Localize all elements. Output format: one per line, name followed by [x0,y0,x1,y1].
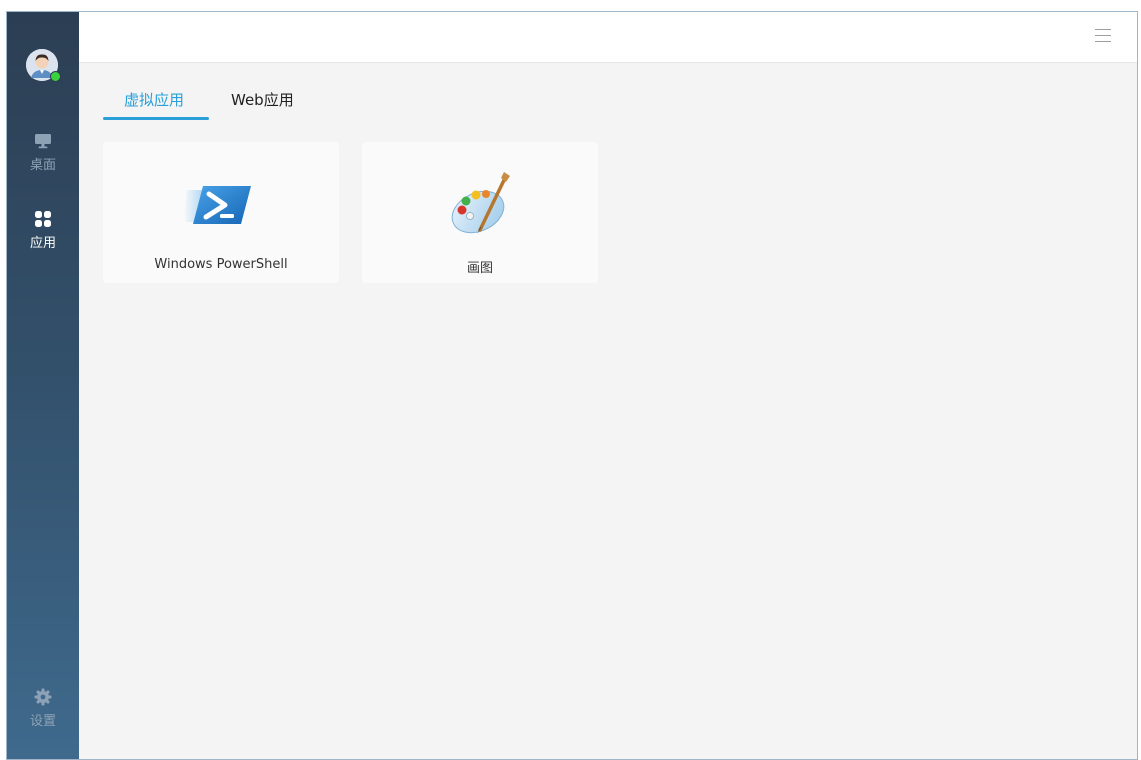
app-card-label: 画图 [466,261,493,276]
app-card-paint[interactable]: 画图 [362,142,598,283]
online-status-indicator [50,71,61,82]
user-avatar[interactable] [26,49,61,82]
top-bar [79,12,1137,63]
paint-palette-icon [451,172,510,234]
powershell-icon [185,186,251,224]
active-tab-indicator [103,117,209,120]
gear-icon [34,688,52,706]
sidebar-item-label: 设置 [29,714,56,729]
monitor-icon [35,134,51,149]
sidebar-item-apps[interactable]: 应用 [7,210,79,251]
hamburger-menu-icon[interactable] [1095,29,1111,43]
sidebar: 桌面 应用 设置 [7,12,79,759]
grid-icon [35,211,51,227]
sidebar-item-label: 桌面 [29,158,56,173]
sidebar-item-label: 应用 [29,236,56,251]
app-card-label: Windows PowerShell [154,257,288,272]
app-window: 桌面 应用 设置 虚拟应用 Web应用 Windows PowerShell 画… [6,11,1138,760]
sidebar-item-desktop[interactable]: 桌面 [7,132,79,173]
app-card-powershell[interactable]: Windows PowerShell [103,142,339,283]
tab-web-apps[interactable]: Web应用 [231,89,294,110]
sidebar-item-settings[interactable]: 设置 [7,688,79,729]
tab-virtual-apps[interactable]: 虚拟应用 [124,89,184,110]
